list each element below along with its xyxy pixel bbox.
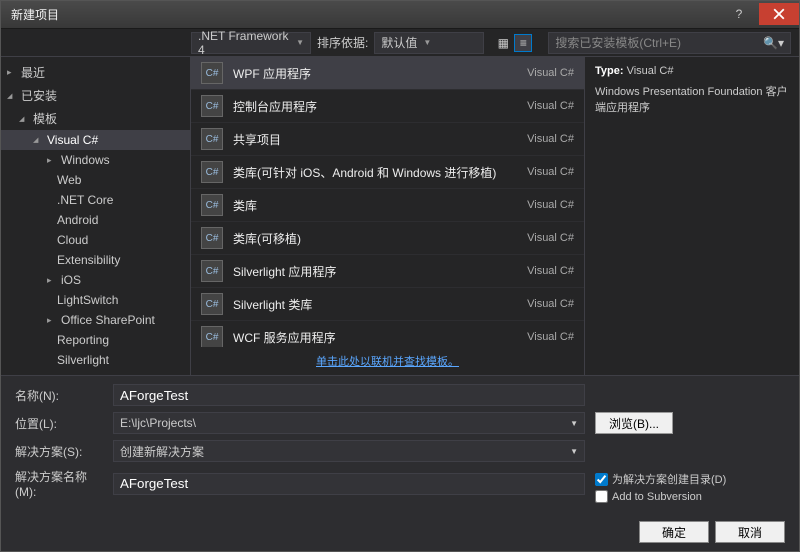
sidebar-item-visual-csharp[interactable]: Visual C# — [1, 130, 190, 150]
sort-label: 排序依据: — [317, 34, 368, 51]
location-combo[interactable]: E:\ljc\Projects\▼ — [113, 412, 585, 434]
sidebar-item[interactable]: Silverlight — [1, 350, 190, 370]
template-row[interactable]: C# 类库(可移植) Visual C# — [191, 222, 584, 255]
ok-button[interactable]: 确定 — [639, 521, 709, 543]
template-name: Silverlight 类库 — [233, 296, 517, 313]
sidebar-item[interactable]: Office SharePoint — [1, 310, 190, 330]
template-name: 类库(可移植) — [233, 230, 517, 247]
template-name: 共享项目 — [233, 131, 517, 148]
toolbar: .NET Framework 4▼ 排序依据: 默认值▼ ▦ ≡ 搜索已安装模板… — [1, 29, 799, 57]
sidebar-item[interactable]: Extensibility — [1, 250, 190, 270]
template-icon: C# — [201, 260, 223, 282]
template-lang: Visual C# — [527, 166, 574, 178]
sidebar: 最近 已安装 模板 Visual C# Windows Web .NET Cor… — [1, 57, 191, 375]
template-icon: C# — [201, 227, 223, 249]
type-label: Type: — [595, 65, 624, 77]
solution-combo[interactable]: 创建新解决方案▼ — [113, 440, 585, 462]
template-lang: Visual C# — [527, 298, 574, 310]
template-icon: C# — [201, 128, 223, 150]
sidebar-item[interactable]: Android — [1, 210, 190, 230]
sidebar-item[interactable]: .NET Core — [1, 190, 190, 210]
template-lang: Visual C# — [527, 100, 574, 112]
search-input[interactable]: 搜索已安装模板(Ctrl+E) 🔍▾ — [548, 32, 791, 54]
template-row[interactable]: C# 控制台应用程序 Visual C# — [191, 90, 584, 123]
chevron-down-icon: ▼ — [296, 38, 304, 47]
template-icon: C# — [201, 194, 223, 216]
close-button[interactable] — [759, 3, 799, 25]
template-lang: Visual C# — [527, 133, 574, 145]
list-view-icon[interactable]: ≡ — [514, 34, 532, 52]
solution-name-input[interactable] — [113, 473, 585, 495]
template-icon: C# — [201, 95, 223, 117]
template-icon: C# — [201, 293, 223, 315]
name-label: 名称(N): — [15, 387, 105, 404]
sidebar-item[interactable]: Reporting — [1, 330, 190, 350]
search-icon: 🔍▾ — [763, 36, 784, 50]
sidebar-item[interactable]: Windows — [1, 150, 190, 170]
create-dir-checkbox[interactable]: 为解决方案创建目录(D) — [595, 471, 785, 487]
template-row[interactable]: C# 类库 Visual C# — [191, 189, 584, 222]
browse-button[interactable]: 浏览(B)... — [595, 412, 673, 434]
template-lang: Visual C# — [527, 331, 574, 343]
template-lang: Visual C# — [527, 67, 574, 79]
template-icon: C# — [201, 326, 223, 347]
details-pane: Type: Visual C# Windows Presentation Fou… — [584, 57, 799, 375]
sidebar-item-recent[interactable]: 最近 — [1, 61, 190, 84]
grid-view-icon[interactable]: ▦ — [494, 34, 512, 52]
chevron-down-icon: ▼ — [570, 447, 578, 456]
window-title: 新建项目 — [11, 6, 59, 23]
template-lang: Visual C# — [527, 265, 574, 277]
type-value: Visual C# — [627, 65, 674, 77]
sidebar-item[interactable]: LightSwitch — [1, 290, 190, 310]
template-icon: C# — [201, 161, 223, 183]
template-name: Silverlight 应用程序 — [233, 263, 517, 280]
template-name: 控制台应用程序 — [233, 98, 517, 115]
sidebar-item-installed[interactable]: 已安装 — [1, 84, 190, 107]
solution-name-label: 解决方案名称(M): — [15, 468, 105, 499]
template-icon: C# — [201, 62, 223, 84]
title-bar: 新建项目 ? — [1, 1, 799, 29]
template-row[interactable]: C# Silverlight 类库 Visual C# — [191, 288, 584, 321]
framework-combo[interactable]: .NET Framework 4▼ — [191, 32, 311, 54]
chevron-down-icon: ▼ — [570, 419, 578, 428]
template-lang: Visual C# — [527, 232, 574, 244]
online-templates-link[interactable]: 单击此处以联机并查找模板。 — [316, 356, 459, 368]
sidebar-item-templates[interactable]: 模板 — [1, 107, 190, 130]
template-lang: Visual C# — [527, 199, 574, 211]
solution-label: 解决方案(S): — [15, 443, 105, 460]
cancel-button[interactable]: 取消 — [715, 521, 785, 543]
template-row[interactable]: C# Silverlight 应用程序 Visual C# — [191, 255, 584, 288]
template-description: Windows Presentation Foundation 客户端应用程序 — [595, 83, 789, 115]
template-row[interactable]: C# WPF 应用程序 Visual C# — [191, 57, 584, 90]
sidebar-item[interactable]: Web — [1, 170, 190, 190]
template-name: 类库 — [233, 197, 517, 214]
template-name: WPF 应用程序 — [233, 65, 517, 82]
add-svn-checkbox[interactable]: Add to Subversion — [595, 490, 785, 503]
template-row[interactable]: C# 类库(可针对 iOS、Android 和 Windows 进行移植) Vi… — [191, 156, 584, 189]
name-input[interactable] — [113, 384, 585, 406]
template-row[interactable]: C# 共享项目 Visual C# — [191, 123, 584, 156]
sidebar-item[interactable]: iOS — [1, 270, 190, 290]
form-area: 名称(N): 位置(L): E:\ljc\Projects\▼ 解决方案(S):… — [1, 375, 799, 515]
template-row[interactable]: C# WCF 服务应用程序 Visual C# — [191, 321, 584, 347]
location-label: 位置(L): — [15, 415, 105, 432]
chevron-down-icon: ▼ — [423, 38, 431, 47]
help-button[interactable]: ? — [719, 3, 759, 25]
template-name: WCF 服务应用程序 — [233, 329, 517, 346]
sidebar-item[interactable]: Cloud — [1, 230, 190, 250]
template-name: 类库(可针对 iOS、Android 和 Windows 进行移植) — [233, 164, 517, 181]
sort-combo[interactable]: 默认值▼ — [374, 32, 484, 54]
template-list: C# WPF 应用程序 Visual C#C# 控制台应用程序 Visual C… — [191, 57, 584, 347]
